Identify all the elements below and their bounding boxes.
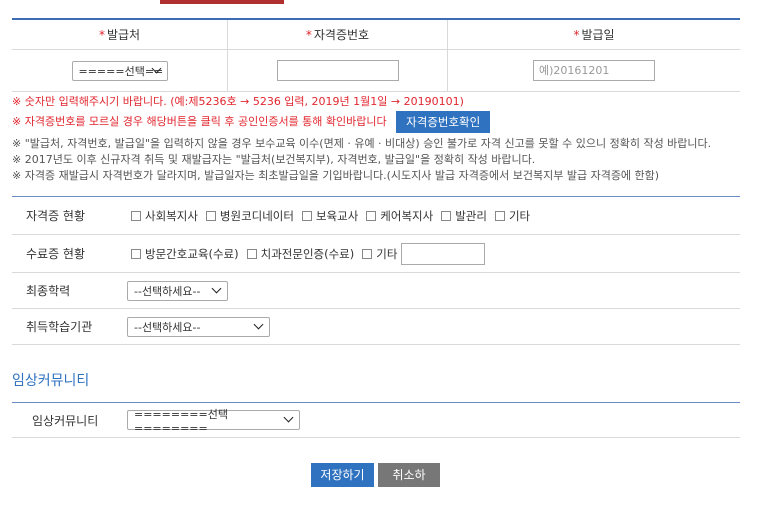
notice-reissue: ※ 자격증 재발급시 자격번호가 달라지며, 발급일자는 최초발급일을 기입바랍… [12, 169, 660, 182]
date-header: * 발급일 [448, 20, 740, 50]
active-tab-indicator [160, 0, 284, 4]
checkbox[interactable] [362, 248, 373, 259]
notice-required-fields: ※ "발급처, 자격번호, 발급일"을 입력하지 않을 경우 보수교육 이수(면… [12, 137, 712, 150]
required-mark: * [98, 28, 105, 42]
institution-label: 취득학습기관 [26, 320, 93, 334]
notice-new-issuance: ※ 2017년도 이후 신규자격 취득 및 재발급자는 "발급처(보건복지부),… [12, 153, 536, 166]
chevron-down-icon [253, 319, 264, 329]
education-select[interactable]: --선택하세요-- [127, 280, 228, 301]
community-row: 임상커뮤니티 ========선택======== [12, 402, 740, 438]
notice-numeric: ※ 숫자만 입력해주시기 바랍니다. (예:제5236호 → 5236 입력, … [12, 95, 464, 108]
qual-option-other[interactable]: 기타 [494, 208, 530, 224]
institution-row: 취득학습기관 --선택하세요-- [12, 309, 740, 345]
completion-label: 수료증 현황 [26, 247, 86, 261]
required-mark: * [305, 28, 312, 42]
completion-option-other[interactable]: 기타 [362, 246, 397, 262]
checkbox[interactable] [494, 210, 505, 221]
form-actions: 저장하기 취소하기 [311, 463, 440, 506]
qual-option-childcare-teacher[interactable]: 보육교사 [301, 208, 358, 224]
community-select[interactable]: ========선택======== [127, 408, 300, 435]
certificate-number-input[interactable] [276, 60, 399, 81]
verify-certificate-button[interactable]: 자격증번호확인 [396, 111, 491, 133]
qual-option-care-worker[interactable]: 케어복지사 [366, 208, 433, 224]
certificate-table-header: * 발급처 * 자격증번호 * 발급일 [12, 20, 740, 50]
education-label: 최종학력 [26, 284, 71, 298]
issuer-header: * 발급처 [12, 20, 228, 50]
certificate-input-row: =====선택== 예)20161201 [12, 50, 740, 92]
checkbox[interactable] [205, 210, 216, 221]
qual-option-social-worker[interactable]: 사회복지사 [131, 208, 198, 224]
notice-block: ※ 숫자만 입력해주시기 바랍니다. (예:제5236호 → 5236 입력, … [12, 94, 752, 184]
community-label: 임상커뮤니티 [32, 413, 99, 428]
checkbox[interactable] [366, 210, 377, 221]
qualification-row: 자격증 현황 사회복지사 병원코디네이터 보육교사 케어복지사 발관리 기타 [12, 197, 740, 235]
required-mark: * [573, 28, 580, 42]
certificate-table: * 발급처 * 자격증번호 * 발급일 =====선택== 예)20161201 [12, 18, 740, 92]
chevron-down-icon [211, 283, 222, 293]
checkbox[interactable] [246, 248, 257, 259]
profile-info-table: 자격증 현황 사회복지사 병원코디네이터 보육교사 케어복지사 발관리 기타 수… [12, 196, 740, 345]
checkbox[interactable] [301, 210, 312, 221]
issue-date-input[interactable]: 예)20161201 [533, 60, 655, 81]
checkbox[interactable] [131, 210, 141, 221]
education-row: 최종학력 --선택하세요-- [12, 273, 740, 309]
issuer-select[interactable]: =====선택== [71, 60, 168, 81]
community-section-title: 임상커뮤니티 [12, 373, 90, 389]
qualification-options: 사회복지사 병원코디네이터 보육교사 케어복지사 발관리 기타 [131, 208, 538, 224]
notice-verify-row: ※ 자격증번호를 모르실 경우 해당버튼을 클릭 후 공인인증서를 통해 확인바… [12, 111, 752, 133]
completion-row: 수료증 현황 방문간호교육(수료) 치과전문인증(수료) 기타 [12, 235, 740, 273]
qual-option-hospital-coordinator[interactable]: 병원코디네이터 [205, 208, 294, 224]
completion-options: 방문간호교육(수료) 치과전문인증(수료) 기타 [131, 242, 486, 265]
institution-select[interactable]: --선택하세요-- [127, 316, 270, 337]
completion-other-input[interactable] [401, 242, 486, 265]
checkbox[interactable] [131, 248, 141, 259]
qualification-label: 자격증 현황 [26, 209, 86, 223]
number-header: * 자격증번호 [228, 20, 448, 50]
completion-option-home-nursing[interactable]: 방문간호교육(수료) [131, 246, 239, 262]
checkbox[interactable] [441, 210, 452, 221]
cancel-button[interactable]: 취소하기 [378, 463, 440, 506]
completion-option-dental[interactable]: 치과전문인증(수료) [246, 246, 354, 262]
qual-option-foot-care[interactable]: 발관리 [441, 208, 487, 224]
save-button[interactable]: 저장하기 [311, 463, 374, 487]
